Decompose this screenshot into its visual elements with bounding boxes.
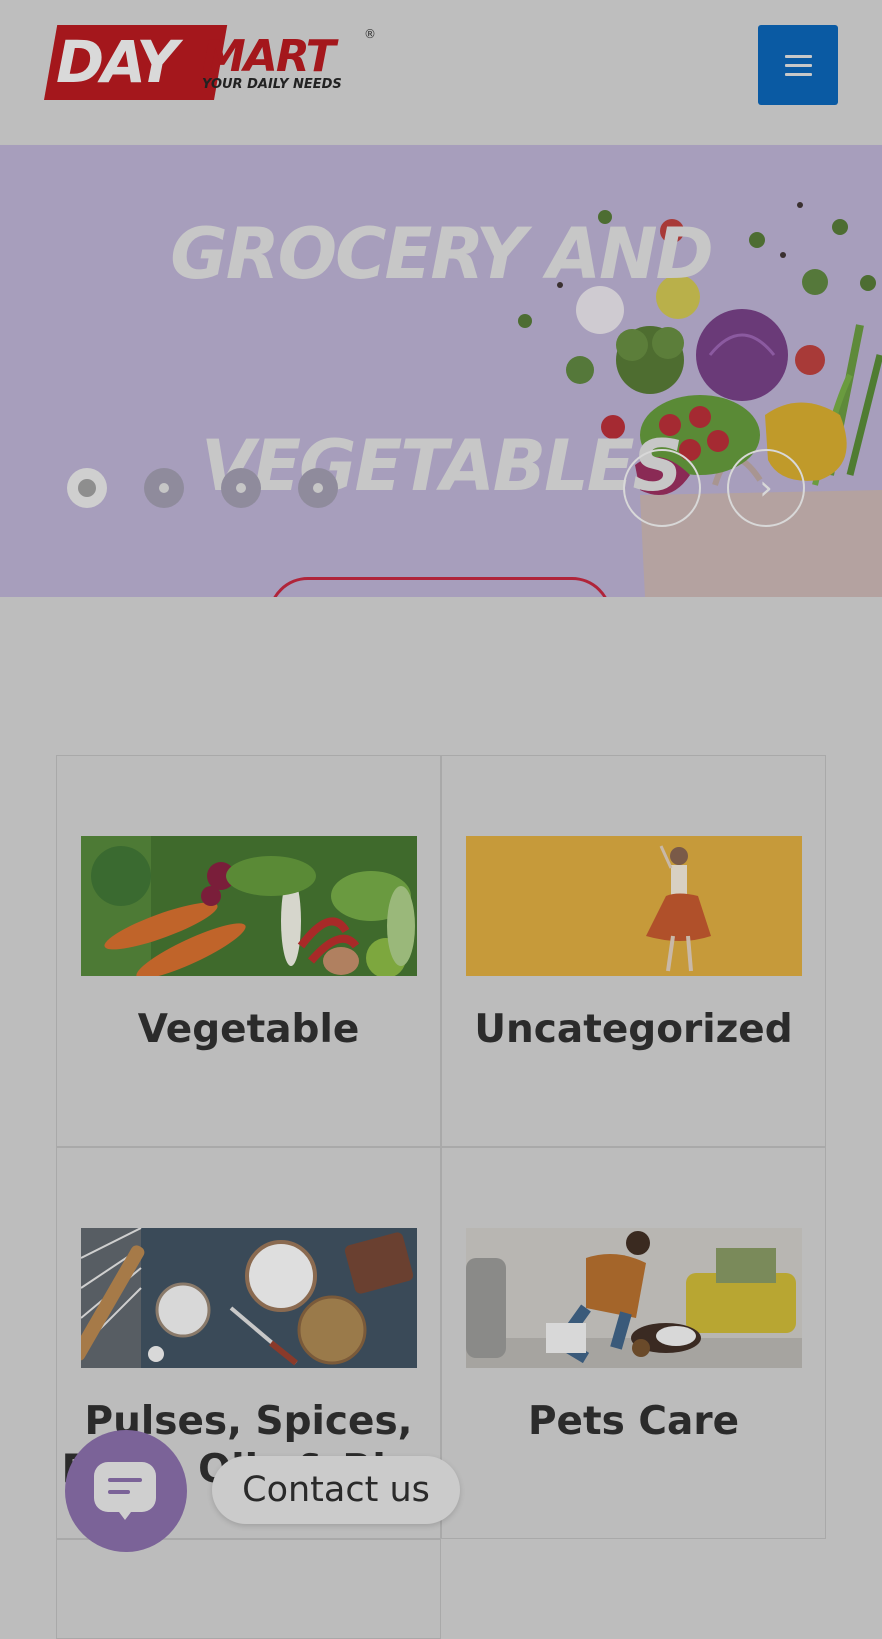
- slider-dot-4[interactable]: [298, 468, 338, 508]
- hero-slider: GROCERY AND VEGETABLES ›: [0, 145, 882, 597]
- chevron-right-icon: ›: [759, 468, 773, 508]
- chat-line: [108, 1478, 142, 1482]
- category-title[interactable]: Uncategorized: [442, 1006, 825, 1054]
- hero-cta-button[interactable]: [268, 577, 612, 597]
- chat-line: [108, 1490, 130, 1494]
- category-card-next[interactable]: [56, 1539, 441, 1639]
- daymart-logo[interactable]: DAY MART YOUR DAILY NEEDS ®: [44, 25, 384, 102]
- hero-title-line-1: GROCERY AND: [170, 213, 713, 295]
- logo-day-text: DAY: [56, 28, 178, 96]
- category-card-pets-care[interactable]: Pets Care: [441, 1147, 826, 1539]
- woman-dancing-photo: [466, 836, 802, 976]
- vegetables-photo: [81, 836, 417, 976]
- site-header: DAY MART YOUR DAILY NEEDS ®: [0, 0, 882, 144]
- logo-tagline: YOUR DAILY NEEDS: [202, 77, 342, 92]
- slider-dot-2[interactable]: [144, 468, 184, 508]
- slider-next-button[interactable]: ›: [727, 449, 805, 527]
- hamburger-line: [785, 73, 812, 76]
- logo-mart-text: MART: [202, 31, 336, 82]
- category-card-vegetable[interactable]: Vegetable: [56, 755, 441, 1147]
- hamburger-line: [785, 64, 812, 67]
- flour-and-bread-photo: [81, 1228, 417, 1368]
- slider-dot-3[interactable]: [221, 468, 261, 508]
- logo-registered-mark: ®: [364, 27, 376, 41]
- contact-us-label[interactable]: Contact us: [212, 1456, 460, 1524]
- category-card-uncategorized[interactable]: Uncategorized: [441, 755, 826, 1147]
- chat-bubble-icon: [94, 1462, 156, 1520]
- slider-prev-button[interactable]: [623, 449, 701, 527]
- category-title[interactable]: Pets Care: [442, 1398, 825, 1446]
- hamburger-menu-icon: [785, 55, 812, 58]
- menu-button[interactable]: [758, 25, 838, 105]
- man-feeding-dog-photo: [466, 1228, 802, 1368]
- category-title[interactable]: Vegetable: [57, 1006, 440, 1054]
- slider-dot-1[interactable]: [67, 468, 107, 508]
- contact-widget-button[interactable]: [65, 1430, 187, 1552]
